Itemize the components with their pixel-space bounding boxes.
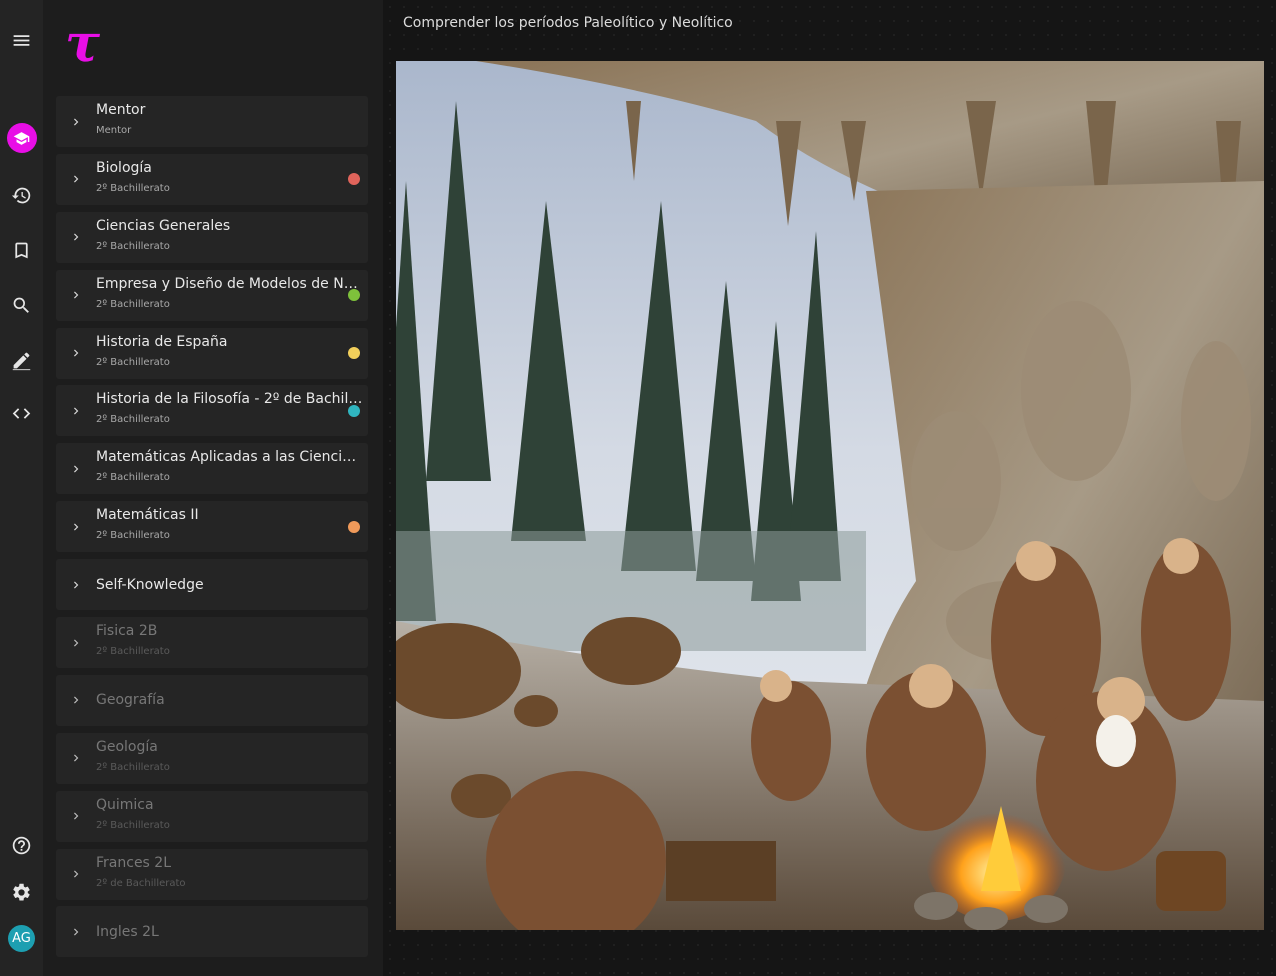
chevron-right-icon xyxy=(74,291,79,299)
course-item[interactable]: Matemáticas Aplicadas a las Ciencias Soc… xyxy=(56,443,368,495)
course-list: Mentor Mentor Biología 2º Bachillerato Cienc… xyxy=(56,96,368,964)
chevron-right-icon xyxy=(74,407,79,415)
course-title: Mentor xyxy=(96,102,146,118)
course-item[interactable]: Matemáticas II 2º Bachillerato xyxy=(56,501,368,553)
code-icon xyxy=(12,407,31,419)
course-title: Biología xyxy=(96,159,152,176)
menu-button[interactable] xyxy=(0,20,43,60)
page-title: Comprender los períodos Paleolítico y Ne… xyxy=(403,15,733,31)
avatar: AG xyxy=(8,924,35,952)
settings-icon xyxy=(13,883,30,901)
chevron-right-icon xyxy=(74,465,79,473)
course-subtitle: 2º Bachillerato xyxy=(96,472,170,484)
code-button[interactable] xyxy=(0,393,43,433)
help-icon xyxy=(12,836,31,854)
course-subtitle: 2º de Bachillerato xyxy=(96,877,186,889)
bookmarks-button[interactable] xyxy=(0,230,43,270)
school-icon xyxy=(13,131,30,145)
course-subtitle: 2º Bachillerato xyxy=(96,530,170,542)
course-title: Empresa y Diseño de Modelos de Negocio xyxy=(96,275,364,292)
chevron-right-icon xyxy=(74,523,79,531)
settings-button[interactable] xyxy=(0,872,43,912)
course-title: Geología xyxy=(96,738,158,755)
chevron-right-icon xyxy=(74,118,79,125)
chevron-right-icon xyxy=(74,870,79,878)
chevron-right-icon xyxy=(74,175,79,183)
search-icon xyxy=(13,297,29,313)
course-subtitle: 2º Bachillerato xyxy=(96,356,170,368)
course-item[interactable]: Geografía xyxy=(56,674,368,726)
course-item[interactable]: Geología 2º Bachillerato xyxy=(56,732,368,784)
lesson-illustration xyxy=(396,61,1264,930)
bookmark-icon xyxy=(15,242,28,258)
active-indicator xyxy=(6,123,37,153)
course-item[interactable]: Historia de la Filosofía - 2º de Bachill… xyxy=(56,385,368,437)
course-item[interactable]: Self-Knowledge xyxy=(56,559,368,611)
app-root: AG τ Mentor Mentor Biología 2º Bachillerato… xyxy=(0,0,1276,976)
course-color-dot xyxy=(348,404,360,417)
chevron-right-icon xyxy=(74,754,79,762)
course-item[interactable]: Historia de España 2º Bachillerato xyxy=(56,327,368,379)
course-color-dot xyxy=(348,520,360,533)
chevron-right-icon xyxy=(74,581,79,589)
chevron-right-icon xyxy=(74,639,79,647)
course-subtitle: 2º Bachillerato xyxy=(96,182,170,194)
chevron-right-icon xyxy=(74,696,79,704)
course-title: Historia de la Filosofía - 2º de Bachill… xyxy=(96,391,364,408)
course-title: Fisica 2B xyxy=(96,623,158,640)
course-title: Frances 2L xyxy=(96,854,172,871)
course-subtitle: Mentor xyxy=(96,125,132,136)
icon-rail: AG xyxy=(0,0,43,976)
illustration-image xyxy=(396,61,1264,930)
course-item[interactable]: Mentor Mentor xyxy=(56,96,368,147)
edit-icon xyxy=(12,352,31,370)
course-subtitle: 2º Bachillerato xyxy=(96,414,170,426)
course-title: Matemáticas II xyxy=(96,507,199,524)
course-title: Self-Knowledge xyxy=(96,576,204,593)
course-title: Quimica xyxy=(96,796,154,813)
help-button[interactable] xyxy=(0,825,43,865)
course-item[interactable]: Quimica 2º Bachillerato xyxy=(56,790,368,842)
chevron-right-icon xyxy=(74,349,79,357)
chevron-right-icon xyxy=(74,233,79,241)
search-button[interactable] xyxy=(0,285,43,325)
course-subtitle: 2º Bachillerato xyxy=(96,298,170,310)
course-item[interactable]: Biología 2º Bachillerato xyxy=(56,153,368,205)
profile-button[interactable]: AG xyxy=(0,918,43,958)
brand-logo[interactable]: τ xyxy=(65,18,100,70)
course-subtitle: 2º Bachillerato xyxy=(96,240,170,252)
course-item[interactable]: Ingles 2L xyxy=(56,906,368,958)
menu-icon xyxy=(13,34,30,46)
course-subtitle: 2º Bachillerato xyxy=(96,646,170,658)
course-color-dot xyxy=(348,173,360,186)
course-item[interactable]: Frances 2L 2º de Bachillerato xyxy=(56,848,368,900)
course-subtitle: 2º Bachillerato xyxy=(96,761,170,773)
course-color-dot xyxy=(348,347,360,360)
history-button[interactable] xyxy=(0,175,43,215)
course-title: Ingles 2L xyxy=(96,923,159,940)
course-title: Ciencias Generales xyxy=(96,217,231,234)
course-color-dot xyxy=(348,289,360,302)
chevron-right-icon xyxy=(74,928,79,936)
courses-button[interactable] xyxy=(0,118,43,158)
course-subtitle: 2º Bachillerato xyxy=(96,819,170,831)
course-title: Historia de España xyxy=(96,333,228,350)
course-item[interactable]: Ciencias Generales 2º Bachillerato xyxy=(56,211,368,263)
course-item[interactable]: Empresa y Diseño de Modelos de Negocio 2º… xyxy=(56,269,368,321)
course-title: Geografía xyxy=(96,692,165,709)
chevron-right-icon xyxy=(74,812,79,820)
history-icon xyxy=(11,187,31,203)
course-sidebar: τ Mentor Mentor Biología 2º Bachillerato Cie… xyxy=(43,0,383,976)
edit-button[interactable] xyxy=(0,340,43,380)
course-title: Matemáticas Aplicadas a las Ciencias Soc… xyxy=(96,449,364,466)
main-content: Comprender los períodos Paleolítico y Ne… xyxy=(383,0,1276,976)
course-item[interactable]: Fisica 2B 2º Bachillerato xyxy=(56,617,368,669)
